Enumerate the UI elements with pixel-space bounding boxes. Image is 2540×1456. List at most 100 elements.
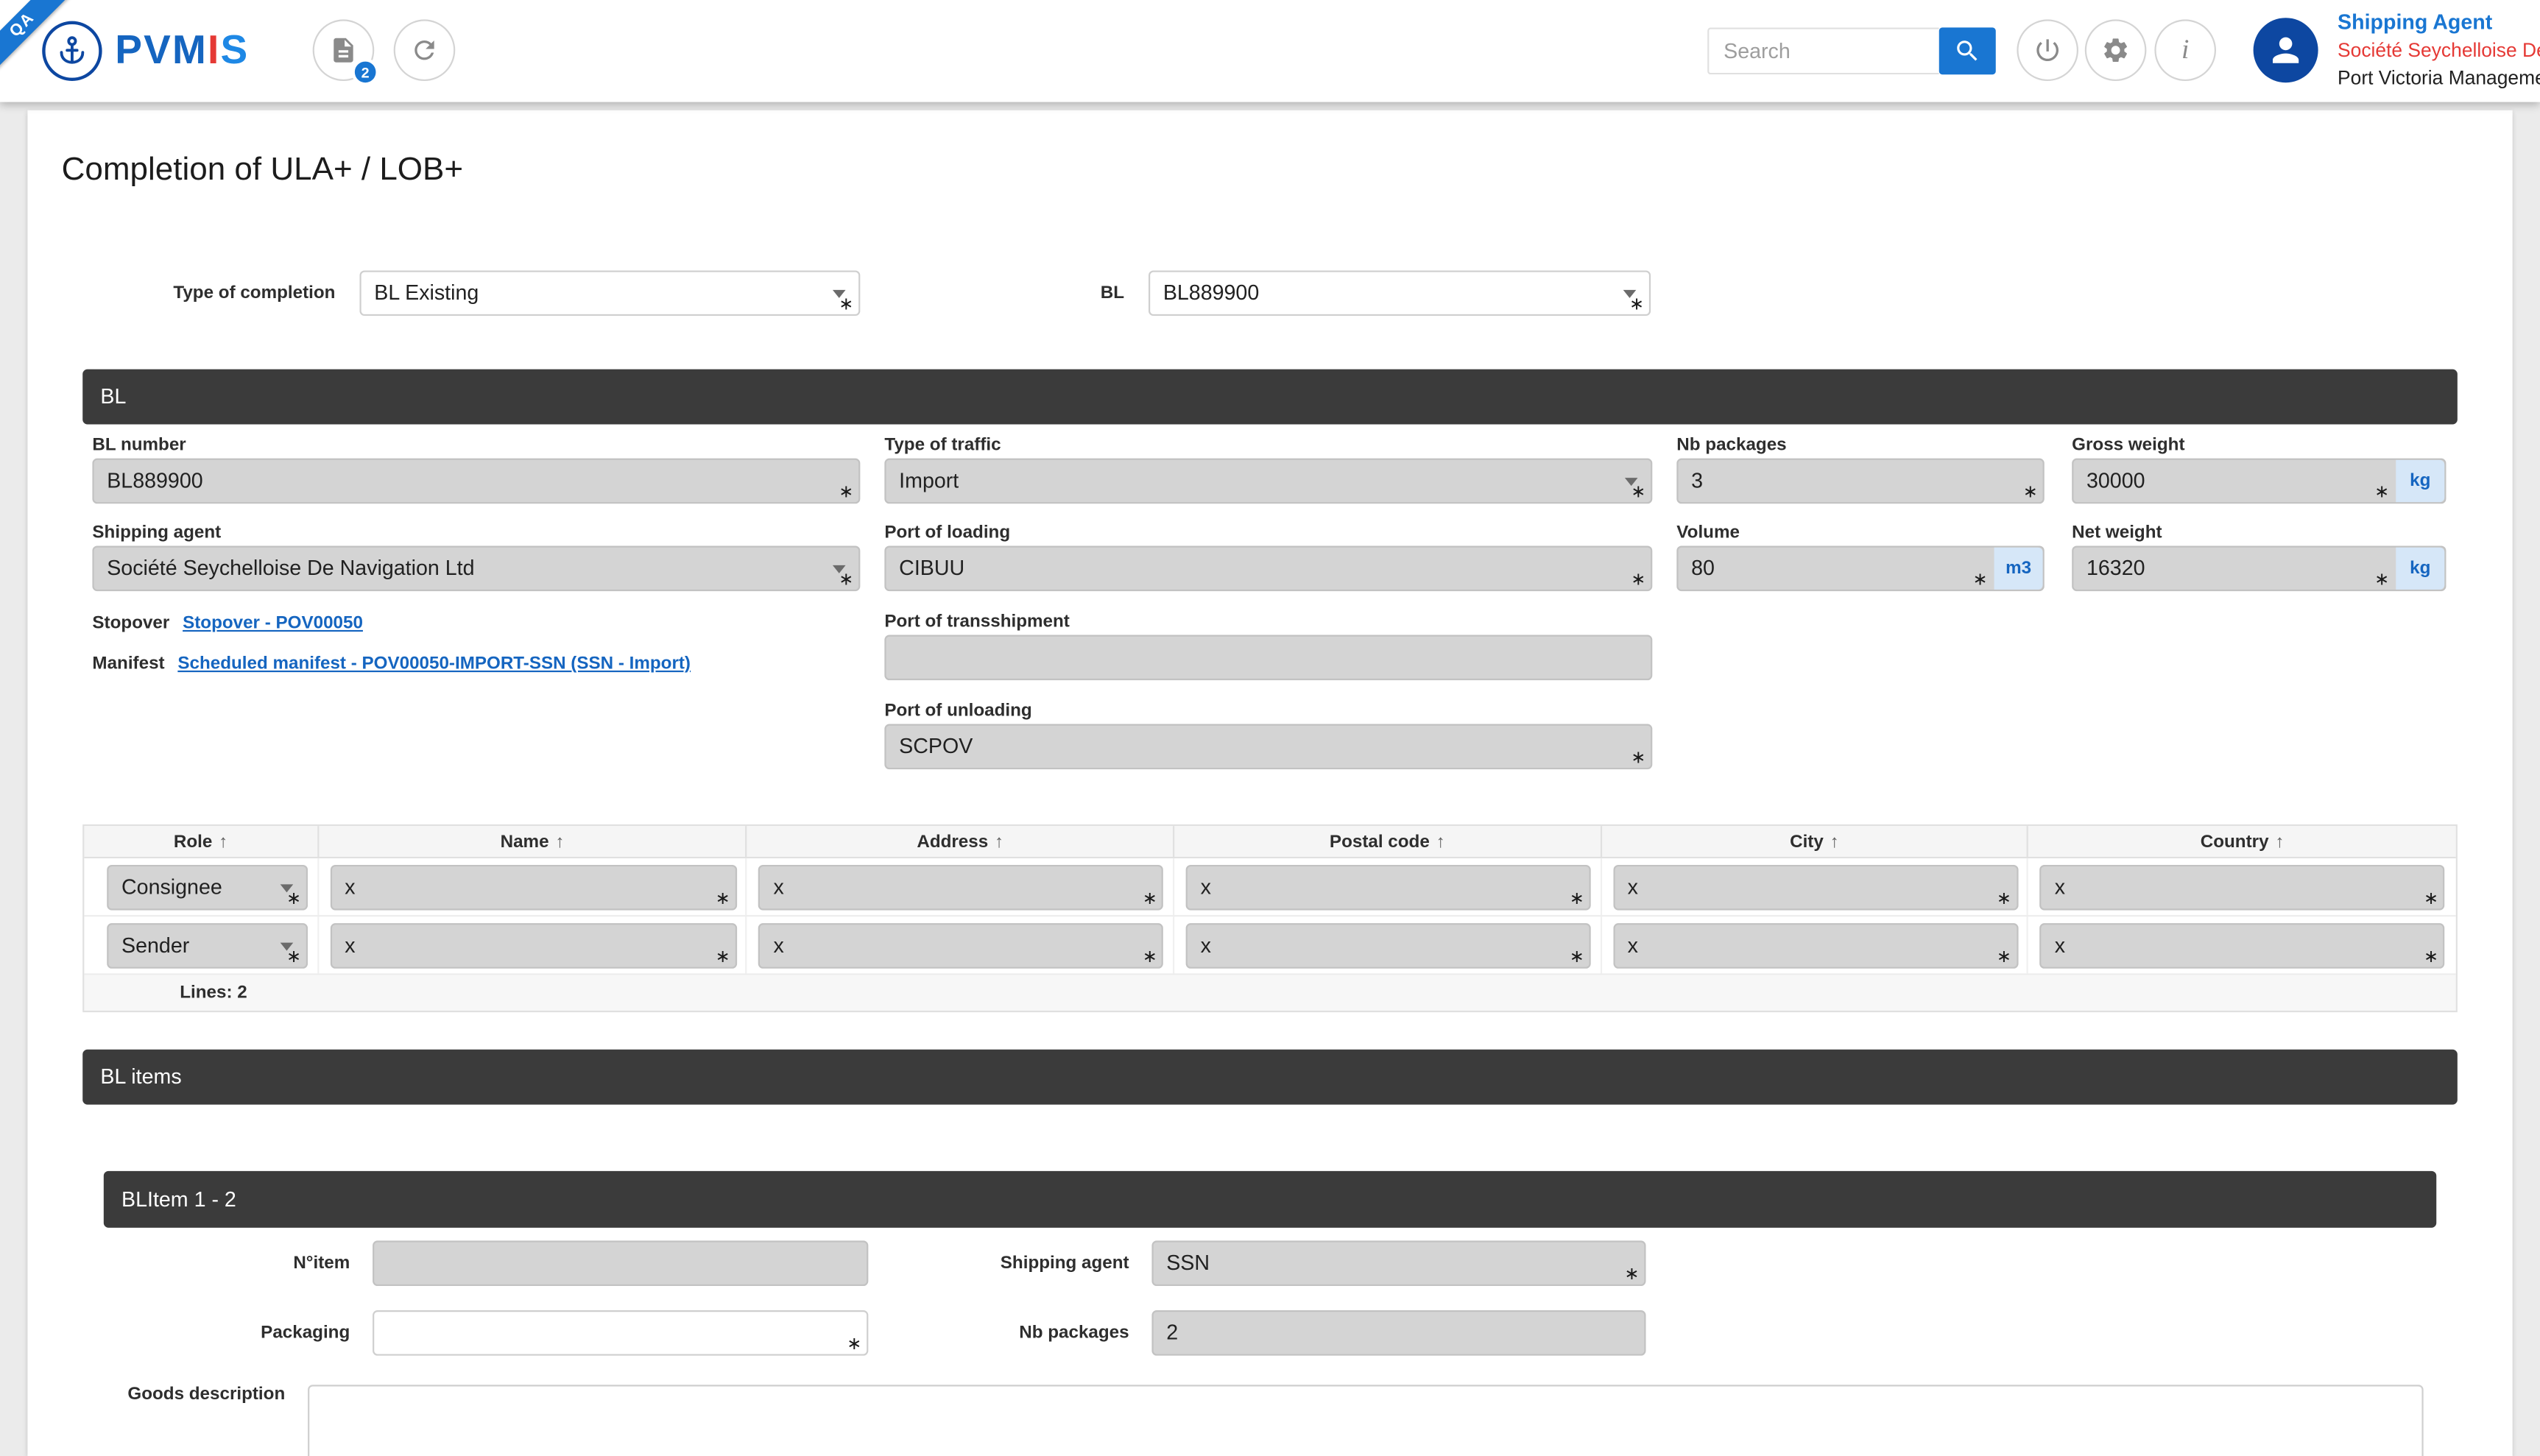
sort-asc-icon: ↑ (1436, 832, 1445, 851)
city-input[interactable]: x ∗ (1613, 923, 2018, 969)
sort-asc-icon: ↑ (555, 832, 564, 851)
required-icon: ∗ (1570, 891, 1584, 908)
required-icon: ∗ (2023, 484, 2038, 502)
goods-description-textarea[interactable] (308, 1385, 2424, 1456)
column-header-city[interactable]: City ↑ (1601, 826, 2028, 857)
port-of-loading-label: Port of loading (884, 523, 1010, 543)
item-nb-packages-input[interactable]: 2 (1151, 1310, 1645, 1356)
country-input[interactable]: x ∗ (2040, 865, 2445, 911)
completion-type-select[interactable]: BL Existing ∗ (359, 270, 860, 316)
net-weight-input[interactable]: 16320 ∗ kg (2072, 546, 2446, 592)
top-bar: PVMIS 2 (0, 0, 2540, 102)
bl-number-label: BL number (92, 436, 186, 455)
info-button[interactable]: i (2154, 19, 2216, 81)
country-input[interactable]: x ∗ (2040, 923, 2445, 969)
name-input[interactable]: x ∗ (330, 865, 736, 911)
document-icon (329, 35, 359, 65)
required-icon: ∗ (839, 572, 853, 590)
parties-table: Role ↑ Name ↑ Address ↑ Postal code ↑ Ci… (82, 824, 2458, 1012)
packaging-label: Packaging (124, 1310, 350, 1356)
refresh-icon (410, 35, 440, 65)
user-role: Shipping Agent (2338, 10, 2540, 34)
settings-button[interactable] (2085, 19, 2147, 81)
shipping-agent-select[interactable]: Société Seychelloise De Navigation Ltd ∗ (92, 546, 860, 592)
search-icon (1954, 38, 1981, 65)
port-of-transshipment-label: Port of transshipment (884, 612, 1069, 632)
required-icon: ∗ (286, 891, 301, 908)
goods-description-label: Goods description (76, 1378, 285, 1410)
stopover-row: Stopover Stopover - POV00050 (92, 614, 363, 633)
person-icon (2266, 31, 2305, 70)
role-select[interactable]: Consignee ∗ (107, 865, 308, 911)
shipping-agent-label: Shipping agent (92, 523, 221, 543)
search-button[interactable] (1939, 27, 1996, 74)
stopover-link[interactable]: Stopover - POV00050 (183, 614, 363, 633)
bl-number-input[interactable]: BL889900 ∗ (92, 459, 860, 504)
user-info[interactable]: Shipping Agent Société Seychelloise De P… (2338, 10, 2540, 89)
address-input[interactable]: x ∗ (759, 923, 1164, 969)
name-input[interactable]: x ∗ (330, 923, 736, 969)
unit-suffix: kg (2396, 460, 2444, 502)
sort-asc-icon: ↑ (1830, 832, 1839, 851)
column-header-address[interactable]: Address ↑ (747, 826, 1174, 857)
required-icon: ∗ (847, 1336, 861, 1354)
user-avatar[interactable] (2254, 18, 2318, 82)
sort-asc-icon: ↑ (995, 832, 1003, 851)
refresh-button[interactable] (394, 19, 456, 81)
required-icon: ∗ (1631, 750, 1645, 768)
required-icon: ∗ (2374, 572, 2389, 590)
required-icon: ∗ (839, 297, 853, 314)
gear-icon (2101, 35, 2131, 65)
n-item-input[interactable] (373, 1240, 868, 1286)
required-icon: ∗ (716, 891, 730, 908)
column-header-country[interactable]: Country ↑ (2029, 826, 2456, 857)
bl-select[interactable]: BL889900 ∗ (1149, 270, 1651, 316)
unit-suffix: m3 (1994, 548, 2043, 590)
port-of-transshipment-input[interactable] (884, 635, 1652, 681)
power-icon (2033, 35, 2062, 65)
required-icon: ∗ (839, 484, 853, 502)
item-shipping-agent-input[interactable]: SSN ∗ (1151, 1240, 1645, 1286)
logout-button[interactable] (2017, 19, 2078, 81)
traffic-type-select[interactable]: Import ∗ (884, 459, 1652, 504)
city-input[interactable]: x ∗ (1613, 865, 2018, 911)
address-input[interactable]: x ∗ (759, 865, 1164, 911)
nb-packages-label: Nb packages (1676, 436, 1786, 455)
search-input[interactable] (1707, 27, 1939, 74)
volume-input[interactable]: 80 ∗ m3 (1676, 546, 2044, 592)
required-icon: ∗ (1624, 1267, 1639, 1284)
manifest-link[interactable]: Scheduled manifest - POV00050-IMPORT-SSN… (177, 654, 691, 674)
parties-table-header: Role ↑ Name ↑ Address ↑ Postal code ↑ Ci… (84, 826, 2455, 858)
bl-picker-label: BL (967, 270, 1124, 316)
required-icon: ∗ (2424, 891, 2438, 908)
port-of-unloading-input[interactable]: SCPOV ∗ (884, 724, 1652, 770)
section-header-bl: BL (82, 370, 2458, 425)
notifications-button[interactable]: 2 (313, 19, 375, 81)
table-row: Sender ∗ x ∗ x ∗ (84, 916, 2455, 975)
required-icon: ∗ (286, 949, 301, 966)
postal-code-input[interactable]: x ∗ (1186, 923, 1591, 969)
required-icon: ∗ (1143, 891, 1157, 908)
column-header-role[interactable]: Role ↑ (84, 826, 319, 857)
manifest-label: Manifest (92, 654, 164, 674)
main-content: Completion of ULA+ / LOB+ Type of comple… (27, 110, 2512, 1456)
postal-code-input[interactable]: x ∗ (1186, 865, 1591, 911)
unit-suffix: kg (2396, 548, 2444, 590)
table-footer: Lines: 2 (84, 975, 2455, 1011)
role-select[interactable]: Sender ∗ (107, 923, 308, 969)
gross-weight-label: Gross weight (2072, 436, 2184, 455)
gross-weight-input[interactable]: 30000 ∗ kg (2072, 459, 2446, 504)
column-header-name[interactable]: Name ↑ (319, 826, 747, 857)
column-header-postal-code[interactable]: Postal code ↑ (1174, 826, 1601, 857)
table-row: Consignee ∗ x ∗ x ∗ (84, 858, 2455, 916)
port-of-unloading-label: Port of unloading (884, 702, 1031, 721)
required-icon: ∗ (716, 949, 730, 966)
brand-text: PVMIS (115, 27, 249, 74)
packaging-input[interactable]: ∗ (373, 1310, 868, 1356)
search-bar (1707, 27, 1996, 74)
user-agent-name: Société Seychelloise De (2338, 39, 2540, 62)
port-of-loading-input[interactable]: CIBUU ∗ (884, 546, 1652, 592)
required-icon: ∗ (2424, 949, 2438, 966)
sort-asc-icon: ↑ (219, 832, 227, 851)
nb-packages-input[interactable]: 3 ∗ (1676, 459, 2044, 504)
